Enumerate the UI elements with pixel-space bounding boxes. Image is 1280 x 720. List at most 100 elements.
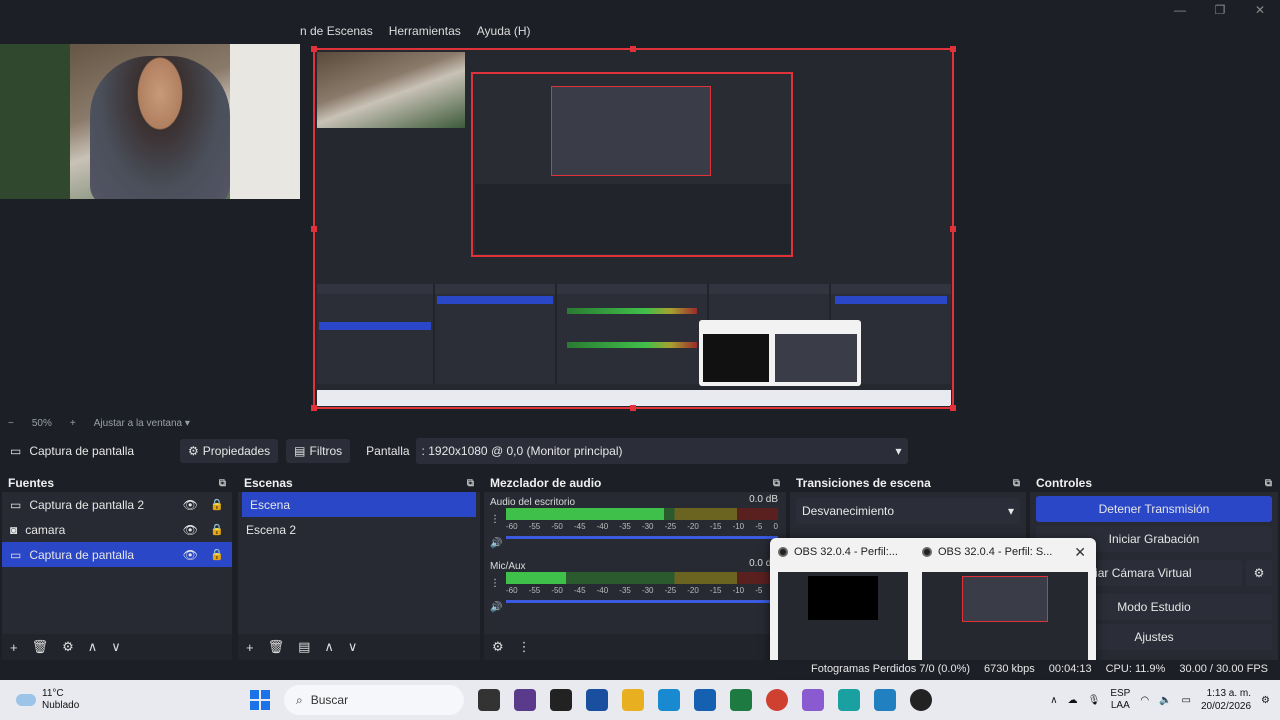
taskbar-thumbnail-popup: OBS 32.0.4 - Perfil:... OBS 32.0.4 - Per… bbox=[770, 538, 1096, 666]
webcam-overlay bbox=[0, 44, 300, 199]
undock-icon[interactable]: ⧉ bbox=[1265, 478, 1272, 489]
bitrate: 6730 kbps bbox=[984, 663, 1035, 675]
close-button[interactable]: ✕ bbox=[1240, 0, 1280, 20]
add-icon[interactable]: + bbox=[10, 640, 18, 655]
move-down-icon[interactable]: ∨ bbox=[348, 639, 358, 655]
kebab-menu-icon[interactable]: ⋮ bbox=[518, 639, 531, 655]
wifi-icon[interactable]: ◠ bbox=[1140, 695, 1149, 706]
lock-icon[interactable]: 🔒 bbox=[210, 498, 224, 511]
preview-area[interactable] bbox=[0, 44, 1280, 414]
channel-db: 0.0 dB bbox=[749, 494, 778, 505]
menu-tools[interactable]: Herramientas bbox=[389, 24, 461, 38]
source-item-selected[interactable]: ▭ Captura de pantalla 👁 🔒 bbox=[2, 542, 232, 567]
minimize-button[interactable]: — bbox=[1160, 0, 1200, 20]
undock-icon[interactable]: ⧉ bbox=[219, 478, 226, 489]
amazon-icon[interactable] bbox=[550, 689, 572, 711]
chrome-icon[interactable] bbox=[766, 689, 788, 711]
volume-meter bbox=[506, 508, 778, 520]
maximize-button[interactable]: ❐ bbox=[1200, 0, 1240, 20]
transitions-title: Transiciones de escena bbox=[796, 476, 931, 490]
copilot-icon[interactable] bbox=[802, 689, 824, 711]
vscode-icon[interactable] bbox=[874, 689, 896, 711]
speaker-icon[interactable]: 🔊 bbox=[490, 596, 502, 620]
scenes-dock: Escenas ⧉ Escena Escena 2 + 🗑 ▤ ∧ ∨ bbox=[238, 474, 480, 660]
taskbar-search[interactable]: ⌕ Buscar bbox=[284, 685, 464, 715]
window-thumbnail[interactable] bbox=[778, 572, 908, 660]
gear-icon[interactable]: ⚙ bbox=[62, 639, 74, 655]
monitor-icon: ▭ bbox=[10, 444, 22, 458]
task-view-icon[interactable] bbox=[478, 689, 500, 711]
preview-canvas[interactable] bbox=[311, 46, 956, 411]
lock-icon[interactable]: 🔒 bbox=[210, 548, 224, 561]
scene-item[interactable]: Escena 2 bbox=[238, 517, 480, 542]
clock[interactable]: 1:13 a. m. 20/02/2026 bbox=[1201, 687, 1251, 713]
undock-icon[interactable]: ⧉ bbox=[467, 478, 474, 489]
excel-icon[interactable] bbox=[730, 689, 752, 711]
lock-icon[interactable]: 🔒 bbox=[210, 523, 224, 536]
speaker-icon[interactable]: 🔊 bbox=[490, 532, 502, 556]
weather-widget[interactable]: 11°C Nublado bbox=[0, 688, 250, 712]
menu-scene-collection[interactable]: n de Escenas bbox=[300, 24, 373, 38]
notification-icon[interactable]: ⚙ bbox=[1261, 695, 1270, 706]
move-up-icon[interactable]: ∧ bbox=[324, 639, 334, 655]
source-label: Captura de pantalla bbox=[29, 547, 135, 562]
arduino-icon[interactable] bbox=[838, 689, 860, 711]
language-indicator[interactable]: ESP LAA bbox=[1110, 688, 1130, 712]
eye-icon[interactable]: 👁 bbox=[183, 498, 198, 512]
stop-streaming-button[interactable]: Detener Transmisión bbox=[1036, 496, 1272, 522]
window-thumbnail[interactable] bbox=[922, 572, 1088, 660]
gear-icon[interactable]: ⚙ bbox=[492, 639, 504, 655]
store-icon[interactable] bbox=[694, 689, 716, 711]
filters-label: Filtros bbox=[309, 444, 343, 458]
filter-icon[interactable]: ▤ bbox=[298, 639, 310, 655]
filters-button[interactable]: ▤ Filtros bbox=[286, 439, 351, 463]
chevron-up-icon[interactable]: ∧ bbox=[1050, 695, 1057, 706]
source-item[interactable]: ▭ Captura de pantalla 2 👁 🔒 bbox=[2, 492, 232, 517]
source-item[interactable]: ◙ camara 👁 🔒 bbox=[2, 517, 232, 542]
isis-icon[interactable] bbox=[586, 689, 608, 711]
zoom-in-button[interactable]: + bbox=[70, 418, 76, 429]
thumbnail-title[interactable]: OBS 32.0.4 - Perfil: S... bbox=[922, 546, 1052, 558]
scene-item-selected[interactable]: Escena bbox=[242, 492, 476, 517]
onedrive-icon[interactable]: ☁ bbox=[1068, 695, 1078, 706]
eye-icon[interactable]: 👁 bbox=[183, 548, 198, 562]
trash-icon[interactable]: 🗑 bbox=[32, 639, 49, 655]
edge-icon[interactable] bbox=[658, 689, 680, 711]
app-icon[interactable] bbox=[514, 689, 536, 711]
eye-icon[interactable]: 👁 bbox=[183, 523, 198, 537]
obs-icon[interactable] bbox=[910, 689, 932, 711]
sources-dock: Fuentes ⧉ ▭ Captura de pantalla 2 👁 🔒 ◙ c… bbox=[2, 474, 232, 660]
move-down-icon[interactable]: ∨ bbox=[111, 639, 121, 655]
volume-slider[interactable] bbox=[506, 600, 778, 603]
volume-meter bbox=[506, 572, 778, 584]
thumbnail-title[interactable]: OBS 32.0.4 - Perfil:... bbox=[778, 546, 898, 558]
display-label: Pantalla bbox=[366, 444, 410, 458]
kebab-menu-icon[interactable]: ⋮ bbox=[490, 508, 502, 532]
add-icon[interactable]: + bbox=[246, 640, 254, 655]
windows-start-icon[interactable] bbox=[250, 690, 270, 710]
volume-icon[interactable]: 🔈 bbox=[1159, 695, 1171, 706]
battery-icon[interactable]: ▭ bbox=[1182, 695, 1191, 706]
menu-help[interactable]: Ayuda (H) bbox=[477, 24, 531, 38]
transition-select[interactable]: Desvanecimiento ▾ bbox=[796, 498, 1020, 524]
zoom-out-button[interactable]: − bbox=[8, 418, 14, 429]
display-select[interactable]: : 1920x1080 @ 0,0 (Monitor principal) ▾ bbox=[415, 438, 908, 464]
virtual-camera-settings-button[interactable]: ⚙ bbox=[1246, 560, 1272, 586]
undock-icon[interactable]: ⧉ bbox=[773, 478, 780, 489]
volume-slider[interactable] bbox=[506, 536, 778, 539]
kebab-menu-icon[interactable]: ⋮ bbox=[490, 572, 502, 596]
move-up-icon[interactable]: ∧ bbox=[88, 639, 98, 655]
search-placeholder: Buscar bbox=[310, 693, 349, 707]
properties-label: Propiedades bbox=[202, 444, 271, 458]
microphone-icon[interactable]: 🎙 bbox=[1088, 695, 1101, 706]
fit-to-window-dropdown[interactable]: Ajustar a la ventana ▾ bbox=[94, 418, 190, 429]
nested-screen-capture bbox=[471, 72, 793, 257]
stream-time: 00:04:13 bbox=[1048, 663, 1092, 675]
file-explorer-icon[interactable] bbox=[622, 689, 644, 711]
zoom-value: 50% bbox=[31, 417, 52, 429]
person-image bbox=[90, 56, 230, 199]
properties-button[interactable]: ⚙ Propiedades bbox=[180, 439, 279, 463]
undock-icon[interactable]: ⧉ bbox=[1013, 478, 1020, 489]
close-icon[interactable]: ✕ bbox=[1074, 544, 1086, 561]
trash-icon[interactable]: 🗑 bbox=[268, 639, 285, 655]
